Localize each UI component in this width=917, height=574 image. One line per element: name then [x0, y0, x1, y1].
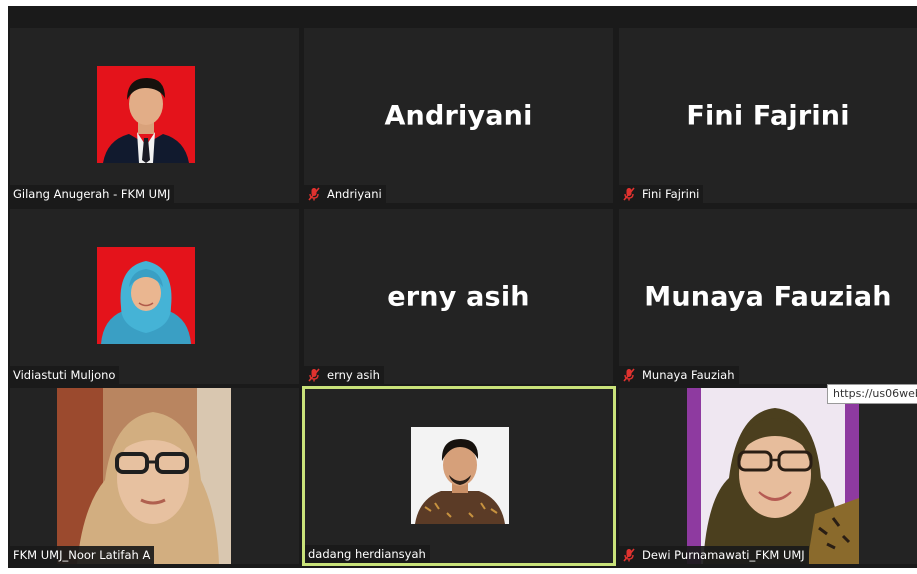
participant-name-label: Munaya Fauziah [619, 366, 739, 384]
participant-name-label: Vidiastuti Muljono [10, 366, 120, 384]
participant-tile-munaya[interactable]: Munaya Fauziah Munaya Fauziah [619, 209, 917, 384]
top-bar [8, 6, 917, 30]
participant-name-label: dadang herdiansyah [305, 545, 430, 563]
mic-off-icon [623, 187, 635, 201]
participant-name-placeholder: Andriyani [384, 100, 533, 131]
participant-name-placeholder: Fini Fajrini [686, 100, 850, 131]
participant-tile-andriyani[interactable]: Andriyani Andriyani [304, 28, 613, 203]
participant-name-label: FKM UMJ_Noor Latifah A [10, 546, 155, 564]
mic-off-icon [623, 368, 635, 382]
participant-video [57, 388, 231, 564]
meeting-window: Gilang Anugerah - FKM UMJ Andriyani Andr… [8, 6, 917, 568]
participant-name-label: Dewi Purnamawati_FKM UMJ [619, 546, 809, 564]
participant-name: Fini Fajrini [642, 187, 700, 201]
participant-tile-fini[interactable]: Fini Fajrini Fini Fajrini [619, 28, 917, 203]
mic-off-icon [308, 368, 320, 382]
participant-tile-dadang[interactable]: dadang herdiansyah [302, 386, 616, 566]
participant-name: Gilang Anugerah - FKM UMJ [13, 187, 171, 201]
participant-tile-vidiastuti[interactable]: Vidiastuti Muljono [10, 209, 299, 384]
participant-name-placeholder: erny asih [387, 281, 530, 312]
participant-name-label: Gilang Anugerah - FKM UMJ [10, 185, 175, 203]
participant-name: erny asih [327, 368, 380, 382]
mic-off-icon [308, 187, 320, 201]
participant-tile-dewi[interactable]: Dewi Purnamawati_FKM UMJ [619, 388, 917, 564]
participant-name: dadang herdiansyah [308, 547, 426, 561]
participant-name: Andriyani [327, 187, 382, 201]
participant-name-label: Andriyani [304, 185, 386, 203]
participant-name: FKM UMJ_Noor Latifah A [13, 548, 151, 562]
participant-name-label: Fini Fajrini [619, 185, 704, 203]
profile-photo [97, 247, 195, 344]
participant-video [687, 388, 859, 564]
participant-name-label: erny asih [304, 366, 384, 384]
participant-name-placeholder: Munaya Fauziah [644, 281, 892, 312]
profile-photo [97, 66, 195, 163]
participant-tile-gilang[interactable]: Gilang Anugerah - FKM UMJ [10, 28, 299, 203]
participant-tile-noor-latifah[interactable]: FKM UMJ_Noor Latifah A [10, 388, 299, 564]
mic-off-icon [623, 548, 635, 562]
participant-name: Vidiastuti Muljono [13, 368, 116, 382]
url-tooltip: https://us06web [827, 384, 917, 404]
profile-photo [411, 427, 509, 524]
participant-name: Dewi Purnamawati_FKM UMJ [642, 548, 805, 562]
participant-tile-erny[interactable]: erny asih erny asih [304, 209, 613, 384]
participant-name: Munaya Fauziah [642, 368, 735, 382]
